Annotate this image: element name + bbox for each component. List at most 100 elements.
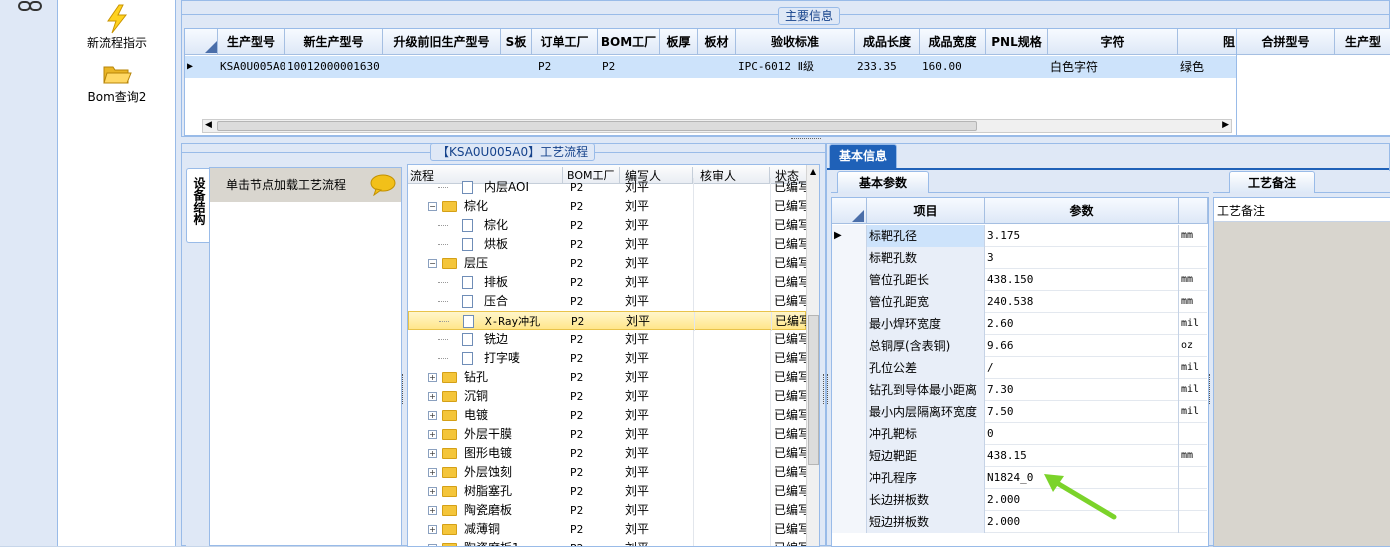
- tree-row[interactable]: 打字唛 P2 刘平 已编写: [408, 349, 806, 368]
- param-value[interactable]: 9.66: [985, 335, 1179, 357]
- col-header[interactable]: 项目: [867, 198, 985, 224]
- col-header[interactable]: 成品宽度: [920, 29, 986, 55]
- col-header[interactable]: 板材: [698, 29, 736, 55]
- tree-row[interactable]: + 外层蚀刻 P2 刘平 已编写: [408, 463, 806, 482]
- expand-icon[interactable]: +: [428, 468, 437, 477]
- tab-basic-info[interactable]: 基本信息: [829, 144, 897, 168]
- col-header[interactable]: 合拼型号: [1237, 29, 1335, 55]
- params-row[interactable]: 管位孔距长 438.150 mm: [832, 269, 1207, 291]
- expand-icon[interactable]: +: [428, 411, 437, 420]
- scroll-up-icon[interactable]: ▲: [810, 167, 816, 176]
- col-header[interactable]: 字符: [1048, 29, 1178, 55]
- col-header[interactable]: 生产型号: [218, 29, 285, 55]
- row-pointer-icon: [832, 511, 867, 533]
- tree-row[interactable]: + 陶瓷磨板 P2 刘平 已编写: [408, 501, 806, 520]
- col-header[interactable]: 阻: [1178, 29, 1238, 55]
- param-value[interactable]: 3: [985, 247, 1179, 269]
- tree-row[interactable]: 排板 P2 刘平 已编写: [408, 273, 806, 292]
- col-header[interactable]: 验收标准: [736, 29, 855, 55]
- tree-row[interactable]: + 电镀 P2 刘平 已编写: [408, 406, 806, 425]
- tree-row[interactable]: + 图形电镀 P2 刘平 已编写: [408, 444, 806, 463]
- params-row[interactable]: ▶ 标靶孔径 3.175 mm: [832, 225, 1207, 247]
- expand-icon[interactable]: +: [428, 373, 437, 382]
- params-row[interactable]: 孔位公差 / mil: [832, 357, 1207, 379]
- expand-icon[interactable]: +: [428, 525, 437, 534]
- collapse-icon[interactable]: −: [428, 259, 437, 268]
- param-name: 最小焊环宽度: [867, 313, 985, 335]
- params-row[interactable]: 管位孔距宽 240.538 mm: [832, 291, 1207, 313]
- params-row[interactable]: 冲孔程序 N1824_0: [832, 467, 1207, 489]
- params-row[interactable]: 短边拼板数 2.000: [832, 511, 1207, 533]
- table-row[interactable]: ▶ KSA0U005A0 10012000001630 P2 P2 IPC-60…: [185, 56, 1237, 78]
- tab-device-structure[interactable]: 设备结构: [186, 168, 210, 243]
- param-value[interactable]: 7.50: [985, 401, 1179, 423]
- tree-row[interactable]: 铣边 P2 刘平 已编写: [408, 330, 806, 349]
- params-row[interactable]: 总铜厚(含表铜) 9.66 oz: [832, 335, 1207, 357]
- tree-row[interactable]: 内层AOI P2 刘平 已编写: [408, 178, 806, 197]
- tree-row[interactable]: + 树脂塞孔 P2 刘平 已编写: [408, 482, 806, 501]
- params-row[interactable]: 最小内层隔离环宽度 7.50 mil: [832, 401, 1207, 423]
- remark-area[interactable]: 工艺备注: [1213, 197, 1390, 547]
- tree-row[interactable]: 烘板 P2 刘平 已编写: [408, 235, 806, 254]
- tree-row[interactable]: 棕化 P2 刘平 已编写: [408, 216, 806, 235]
- expand-icon[interactable]: +: [428, 487, 437, 496]
- col-header[interactable]: 成品长度: [855, 29, 920, 55]
- document-icon: [462, 219, 473, 232]
- expand-icon[interactable]: +: [428, 392, 437, 401]
- collapse-grip[interactable]: [402, 374, 406, 404]
- col-header[interactable]: PNL规格: [986, 29, 1048, 55]
- param-value[interactable]: 7.30: [985, 379, 1179, 401]
- tree-row[interactable]: − 棕化 P2 刘平 已编写: [408, 197, 806, 216]
- collapse-icon[interactable]: −: [428, 202, 437, 211]
- col-header[interactable]: 新生产型号: [285, 29, 383, 55]
- col-header[interactable]: 升级前旧生产型号: [383, 29, 501, 55]
- col-header[interactable]: 板厚: [660, 29, 698, 55]
- tree-row[interactable]: + 外层干膜 P2 刘平 已编写: [408, 425, 806, 444]
- col-header[interactable]: BOM工厂: [598, 29, 660, 55]
- scroll-right-icon[interactable]: ▶: [1222, 120, 1229, 130]
- col-header[interactable]: 订单工厂: [532, 29, 598, 55]
- tree-row[interactable]: + 减薄铜 P2 刘平 已编写: [408, 520, 806, 539]
- params-row[interactable]: 冲孔靶标 0: [832, 423, 1207, 445]
- new-process-nav-item[interactable]: 新流程指示: [58, 4, 176, 51]
- tree-node-label: 钻孔: [464, 370, 489, 384]
- tree-row[interactable]: + 钻孔 P2 刘平 已编写: [408, 368, 806, 387]
- tree-node-label: X-Ray冲孔: [485, 315, 541, 328]
- collapse-grip[interactable]: [827, 374, 830, 404]
- tree-cell-status: 已编写: [774, 389, 806, 403]
- params-row[interactable]: 钻孔到导体最小距离 7.30 mil: [832, 379, 1207, 401]
- param-value[interactable]: 438.15: [985, 445, 1179, 467]
- horizontal-scrollbar[interactable]: ◀ ▶: [202, 119, 1232, 133]
- param-value[interactable]: 240.538: [985, 291, 1179, 313]
- chain-link-icon[interactable]: [18, 0, 42, 11]
- expand-icon[interactable]: +: [428, 430, 437, 439]
- param-value[interactable]: 438.150: [985, 269, 1179, 291]
- vertical-scrollbar[interactable]: ▲: [806, 165, 819, 546]
- tab-process-remark[interactable]: 工艺备注: [1229, 171, 1315, 193]
- col-header[interactable]: 生产型: [1335, 29, 1390, 55]
- param-value[interactable]: 3.175: [985, 225, 1179, 247]
- collapse-grip[interactable]: [1209, 374, 1212, 404]
- param-value[interactable]: 2.60: [985, 313, 1179, 335]
- params-row[interactable]: 标靶孔数 3: [832, 247, 1207, 269]
- param-value[interactable]: /: [985, 357, 1179, 379]
- tab-basic-params[interactable]: 基本参数: [837, 171, 929, 193]
- tree-row[interactable]: 压合 P2 刘平 已编写: [408, 292, 806, 311]
- tree-row[interactable]: X-Ray冲孔 P2 刘平 已编写: [408, 311, 807, 331]
- tree-row[interactable]: + 沉铜 P2 刘平 已编写: [408, 387, 806, 406]
- tree-row[interactable]: − 层压 P2 刘平 已编写: [408, 254, 806, 273]
- col-header[interactable]: 参数: [985, 198, 1179, 224]
- params-row[interactable]: 短边靶距 438.15 mm: [832, 445, 1207, 467]
- scroll-left-icon[interactable]: ◀: [205, 120, 212, 130]
- col-header[interactable]: S板: [501, 29, 532, 55]
- params-row[interactable]: 最小焊环宽度 2.60 mil: [832, 313, 1207, 335]
- expand-icon[interactable]: +: [428, 506, 437, 515]
- remark-label: 工艺备注: [1214, 198, 1390, 222]
- params-row[interactable]: 长边拼板数 2.000: [832, 489, 1207, 511]
- expand-icon[interactable]: +: [428, 449, 437, 458]
- tree-cell-status: 已编写: [774, 332, 806, 346]
- scroll-thumb[interactable]: [217, 121, 977, 131]
- bom-query-nav-item[interactable]: Bom查询2: [58, 62, 176, 105]
- scroll-thumb[interactable]: [808, 315, 819, 465]
- param-value[interactable]: 0: [985, 423, 1179, 445]
